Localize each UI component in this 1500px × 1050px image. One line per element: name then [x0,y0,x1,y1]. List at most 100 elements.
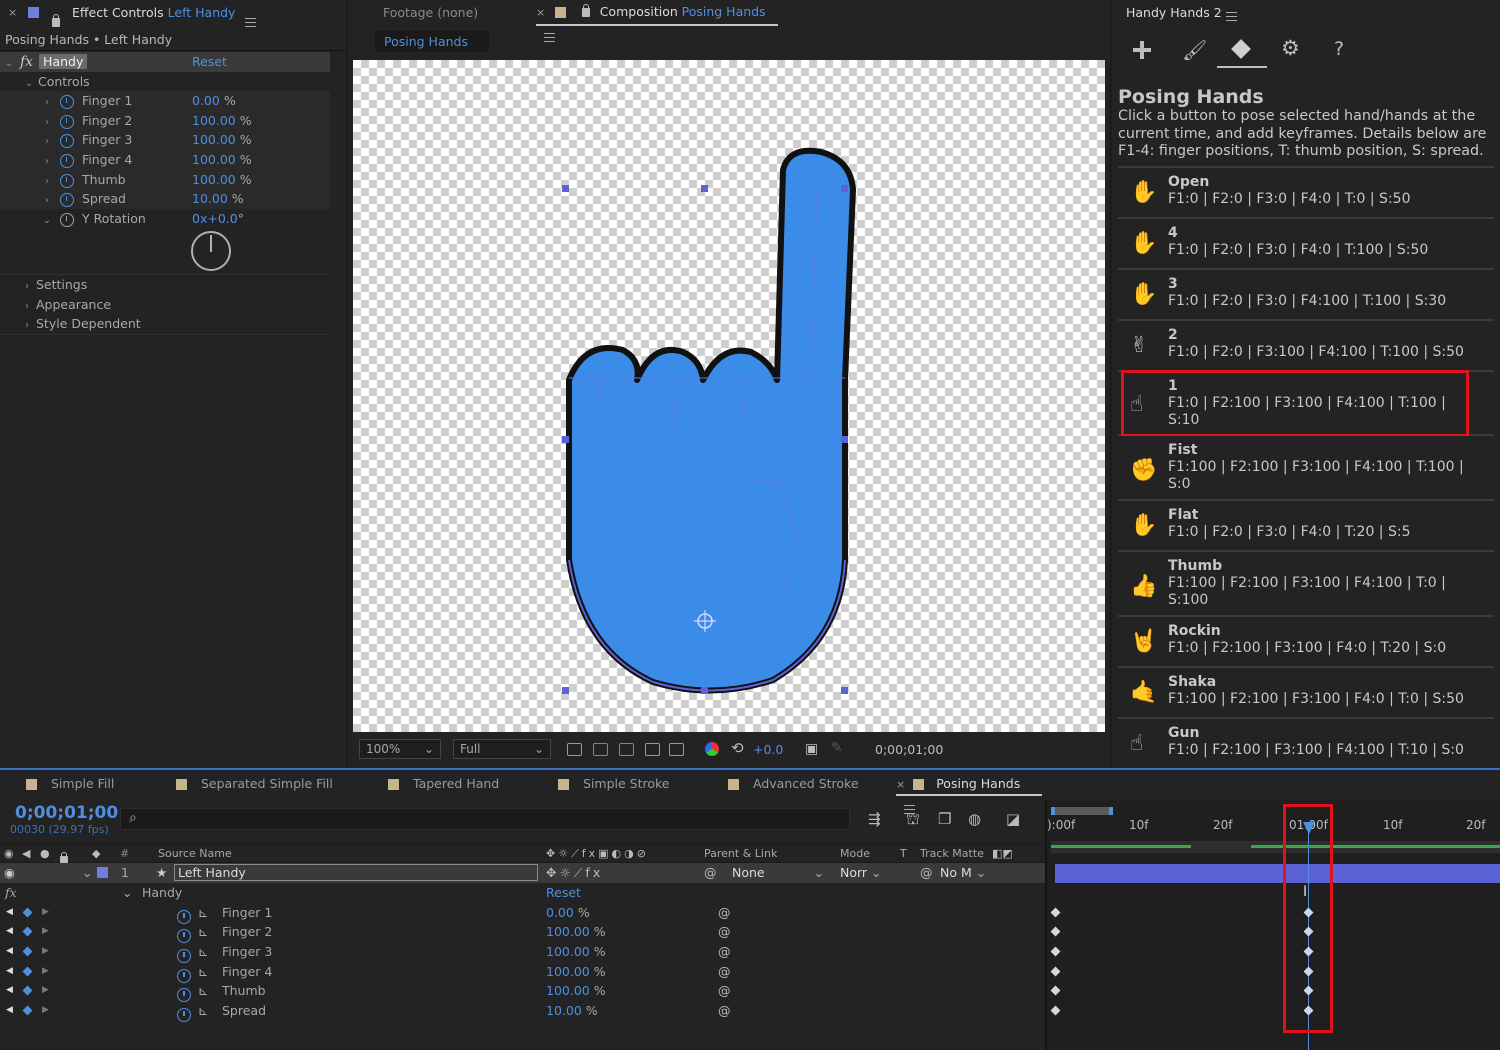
next-keyframe-icon[interactable]: ▶ [42,922,49,942]
timeline-timecode[interactable]: 0;00;01;00 [15,803,118,823]
effect-name[interactable]: Handy [39,54,88,69]
prev-keyframe-icon[interactable]: ◀ [6,981,13,1001]
graph-icon[interactable]: ⊾ [198,962,208,982]
chevron-right-icon[interactable]: › [42,132,52,152]
stopwatch-icon[interactable] [59,114,74,129]
property-value[interactable]: 100.00 [546,983,590,998]
pose-button-thumb[interactable]: 👍 Thumb F1:100 | F2:100 | F3:100 | F4:10… [1118,552,1494,617]
hide-shy-layers-icon[interactable]: ❐ [938,810,951,828]
property-row-thumb[interactable]: › Thumb 100.00 % [0,170,330,190]
timeline-property-row-finger-4[interactable]: ◀ ▶ ⊾ Finger 4 100.00 % @ [0,962,1045,983]
gear-icon[interactable]: ⚙ [1281,36,1300,60]
pose-button-rockin[interactable]: 🤘 Rockin F1:0 | F2:100 | F3:100 | F4:0 |… [1118,617,1494,668]
graph-icon[interactable]: ⊾ [198,903,208,923]
layer-switches[interactable]: ✥☼⟋fx [546,863,603,883]
effect-reset-button[interactable]: Reset [192,52,227,72]
chevron-right-icon[interactable]: › [22,316,32,336]
help-icon[interactable]: ? [1334,38,1344,60]
source-name-header[interactable]: Source Name [158,844,232,863]
property-value[interactable]: 10.00 [192,191,228,206]
timeline-tab-separated-simple-fill[interactable]: Separated Simple Fill [176,772,333,796]
next-keyframe-icon[interactable]: ▶ [42,942,49,962]
keyframe[interactable] [1050,946,1061,957]
property-row-finger-2[interactable]: › Finger 2 100.00 % [0,111,330,131]
keyframe[interactable] [1050,985,1061,996]
hand-graphic[interactable] [353,60,1105,732]
transparency-grid-icon[interactable] [593,743,608,756]
effect-reset-button[interactable]: Reset [546,883,581,903]
pose-button-3[interactable]: ✋ 3 F1:0 | F2:0 | F3:0 | F4:100 | T:100 … [1118,270,1494,321]
keyframe-toggle-icon[interactable] [22,966,33,977]
pose-button-flat[interactable]: ✋ Flat F1:0 | F2:0 | F3:0 | F4:0 | T:20 … [1118,501,1494,552]
graph-icon[interactable]: ⊾ [198,922,208,942]
layer-duration-bar[interactable] [1055,864,1500,883]
effect-header-row[interactable]: ⌄ fx Handy Reset [0,52,330,72]
group-row-appearance[interactable]: › Appearance [0,295,330,315]
comp-mini-flowchart-icon[interactable]: ⇶ [868,810,881,828]
composition-tab[interactable]: × Composition Posing Hands [536,0,778,42]
layer-search-input[interactable]: ⌕ [120,808,850,830]
stopwatch-icon[interactable] [177,948,191,963]
property-value[interactable]: 100.00 [546,964,590,979]
viewer-timecode[interactable]: 0;00;01;00 [875,742,943,757]
chevron-down-icon[interactable]: ⌄ [4,54,14,74]
chevron-right-icon[interactable]: › [42,93,52,113]
composition-viewer[interactable] [353,60,1105,732]
chevron-right-icon[interactable]: › [22,277,32,297]
chevron-down-icon[interactable]: ⌄ [122,883,132,903]
label-tag-icon[interactable]: ◆ [92,844,100,863]
chevron-down-icon[interactable]: ⌄ [82,863,92,883]
pose-button-open[interactable]: ✋ Open F1:0 | F2:0 | F3:0 | F4:0 | T:0 |… [1118,168,1494,219]
mask-visibility-icon[interactable] [619,743,634,756]
property-row-finger-3[interactable]: › Finger 3 100.00 % [0,130,330,150]
footage-tab[interactable]: Footage (none) [383,5,478,20]
controls-group-row[interactable]: ⌄ Controls [0,72,330,92]
eye-icon[interactable]: ◉ [4,863,15,883]
pose-button-fist[interactable]: ✊ Fist F1:100 | F2:100 | F3:100 | F4:100… [1118,436,1494,501]
exposure-value[interactable]: +0.0 [753,742,783,757]
property-value[interactable]: 100.00 [192,132,236,147]
expression-pickwhip-icon[interactable]: @ [718,1001,731,1021]
camera-icon[interactable]: ▣ [805,741,818,757]
solo-icon[interactable]: ● [40,844,50,863]
mode-header[interactable]: Mode [840,844,870,863]
label-color-swatch[interactable] [97,867,108,878]
panel-menu-icon[interactable] [244,18,256,27]
track-matte-select[interactable]: No M ⌄ [940,863,988,883]
prev-keyframe-icon[interactable]: ◀ [6,942,13,962]
stopwatch-icon[interactable] [59,173,74,188]
layer-row-left-handy[interactable]: ◉ ⌄ 1 ★ Left Handy ✥☼⟋fx @ None ⌄ Norr ⌄… [0,863,1045,883]
parent-link-header[interactable]: Parent & Link [704,844,777,863]
timeline-property-row-spread[interactable]: ◀ ▶ ⊾ Spread 10.00 % @ [0,1001,1045,1022]
pose-button-shaka[interactable]: 🤙 Shaka F1:100 | F2:100 | F3:100 | F4:0 … [1118,668,1494,719]
keyframe-toggle-icon[interactable] [22,926,33,937]
prev-keyframe-icon[interactable]: ◀ [6,962,13,982]
pose-button-2[interactable]: ✌ 2 F1:0 | F2:0 | F3:100 | F4:100 | T:10… [1118,321,1494,372]
prev-keyframe-icon[interactable]: ◀ [6,922,13,942]
eye-icon[interactable]: ◉ [4,844,14,863]
property-row-finger-1[interactable]: › Finger 1 0.00 % [0,91,330,111]
timeline-property-row-thumb[interactable]: ◀ ▶ ⊾ Thumb 100.00 % @ [0,981,1045,1002]
keyframe[interactable] [1050,966,1061,977]
zoom-select[interactable]: 100% ⌄ [359,739,441,759]
lock-icon[interactable] [52,14,60,27]
expression-pickwhip-icon[interactable]: @ [718,903,731,923]
panel-menu-icon[interactable] [1226,12,1237,21]
graph-icon[interactable]: ⊾ [198,942,208,962]
timeline-property-row-finger-3[interactable]: ◀ ▶ ⊾ Finger 3 100.00 % @ [0,942,1045,963]
property-value[interactable]: 10.00 [546,1003,582,1018]
next-keyframe-icon[interactable]: ▶ [42,962,49,982]
property-value[interactable]: 100.00 [546,924,590,939]
group-row-style-dependent[interactable]: › Style Dependent [0,314,330,334]
property-value[interactable]: 0x+0.0 [192,211,238,226]
property-row-spread[interactable]: › Spread 10.00 % [0,189,330,209]
stopwatch-icon[interactable] [177,987,191,1002]
expression-pickwhip-icon[interactable]: @ [718,962,731,982]
chevron-right-icon[interactable]: › [42,152,52,172]
stopwatch-icon[interactable] [59,212,74,227]
frame-blending-icon[interactable]: ◍ [968,810,981,828]
keyframe[interactable] [1050,1005,1061,1016]
stopwatch-icon[interactable] [59,133,74,148]
parent-select[interactable]: None ⌄ [726,864,828,881]
layer-name[interactable]: Left Handy [174,864,538,881]
